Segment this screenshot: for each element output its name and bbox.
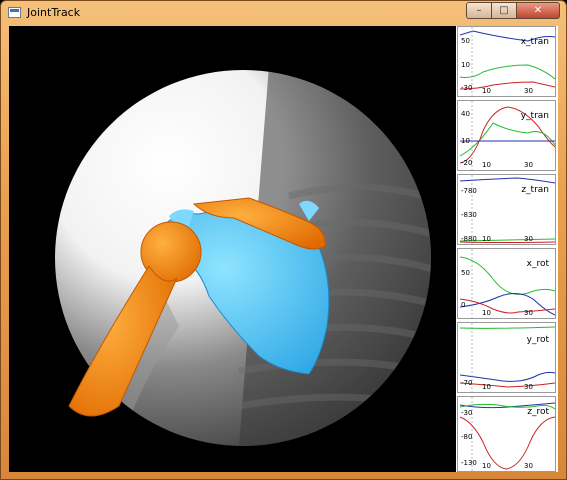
y-tick: -20 (461, 159, 473, 167)
plot-title: z_rot (527, 407, 549, 417)
y-tick: -830 (461, 211, 477, 219)
minimize-button[interactable]: – (466, 2, 492, 19)
plot-title: z_tran (521, 185, 549, 195)
plot-y-rot-curves (459, 323, 555, 392)
app-window: JointTrack – □ ✕ x_tran 50 10 -30 10 30 … (0, 0, 567, 480)
plot-y-tran[interactable]: y_tran 40 10 -20 10 30 (457, 100, 556, 171)
y-tick: -70 (461, 379, 473, 387)
minimize-icon: – (476, 5, 482, 16)
y-tick: -80 (461, 433, 473, 441)
y-tick: -130 (461, 459, 477, 467)
plot-title: y_rot (526, 335, 549, 345)
y-tick: 50 (461, 37, 470, 45)
x-tick: 30 (524, 235, 533, 243)
maximize-button[interactable]: □ (492, 2, 517, 19)
close-icon: ✕ (533, 5, 543, 16)
plot-z-tran[interactable]: z_tran -780 -830 -880 10 30 (457, 174, 556, 245)
x-tick: 10 (482, 235, 491, 243)
x-tick: 30 (524, 309, 533, 317)
plot-z-rot[interactable]: z_rot -30 -80 -130 10 30 (457, 396, 556, 472)
y-tick: 40 (461, 110, 470, 118)
x-tick: 10 (482, 87, 491, 95)
y-tick: 50 (461, 269, 470, 277)
x-tick: 30 (524, 87, 533, 95)
close-button[interactable]: ✕ (517, 2, 560, 19)
fluoro-viewport[interactable] (9, 26, 454, 472)
y-tick: -780 (461, 187, 477, 195)
x-tick: 30 (524, 383, 533, 391)
x-tick: 10 (482, 462, 491, 470)
plot-y-rot[interactable]: y_rot -70 10 30 (457, 322, 556, 393)
y-tick: 0 (461, 301, 466, 309)
title-bar[interactable]: JointTrack – □ ✕ (1, 1, 566, 25)
x-tick: 30 (524, 462, 533, 470)
maximize-icon: □ (499, 5, 509, 16)
graph-panel: x_tran 50 10 -30 10 30 y_tran 40 10 -20 … (456, 26, 558, 472)
plot-title: x_tran (520, 37, 549, 47)
y-tick: 10 (461, 137, 470, 145)
window-title: JointTrack (27, 6, 81, 19)
x-tick: 30 (524, 161, 533, 169)
client-area: x_tran 50 10 -30 10 30 y_tran 40 10 -20 … (9, 26, 558, 472)
app-icon[interactable] (8, 7, 21, 18)
plot-title: x_rot (526, 259, 549, 269)
x-tick: 10 (482, 383, 491, 391)
x-tick: 10 (482, 309, 491, 317)
y-tick: -30 (461, 84, 473, 92)
x-tick: 10 (482, 161, 491, 169)
y-tick: -30 (461, 409, 473, 417)
fluoro-image (55, 70, 431, 446)
plot-title: y_tran (520, 111, 549, 121)
plot-x-rot[interactable]: x_rot 50 0 10 30 (457, 248, 556, 319)
plot-x-tran[interactable]: x_tran 50 10 -30 10 30 (457, 26, 556, 97)
y-tick: -880 (461, 235, 477, 243)
window-controls: – □ ✕ (466, 2, 560, 19)
y-tick: 10 (461, 61, 470, 69)
